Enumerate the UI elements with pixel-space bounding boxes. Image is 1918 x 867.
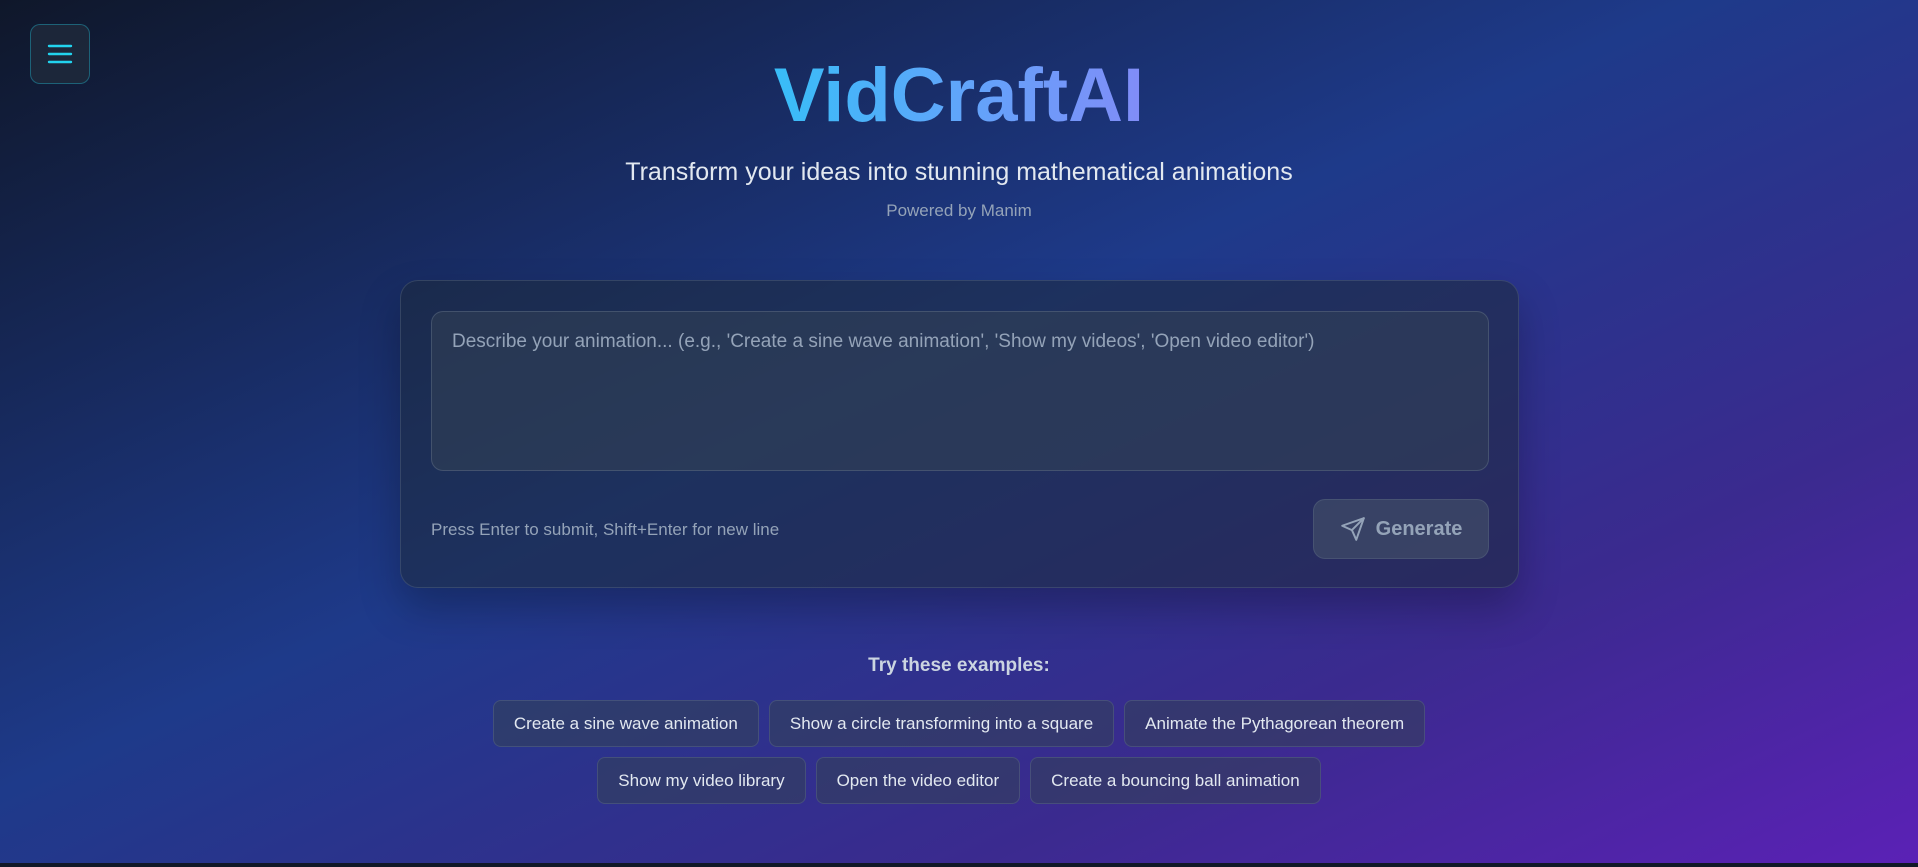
- generate-button[interactable]: Generate: [1313, 499, 1489, 559]
- app-title: VidCraftAI: [773, 53, 1145, 138]
- app-subtitle: Transform your ideas into stunning mathe…: [625, 158, 1293, 186]
- prompt-card: Press Enter to submit, Shift+Enter for n…: [400, 280, 1519, 588]
- examples-row-1: Create a sine wave animation Show a circ…: [0, 700, 1918, 747]
- example-chip-video-editor[interactable]: Open the video editor: [815, 757, 1021, 804]
- examples-heading: Try these examples:: [868, 655, 1050, 676]
- submit-hint: Press Enter to submit, Shift+Enter for n…: [431, 520, 780, 539]
- header: VidCraftAI Transform your ideas into stu…: [0, 54, 1918, 222]
- example-chip-pythagorean[interactable]: Animate the Pythagorean theorem: [1124, 700, 1426, 747]
- examples-section: Try these examples: Create a sine wave a…: [0, 654, 1918, 804]
- example-chip-video-library[interactable]: Show my video library: [597, 757, 806, 804]
- generate-label: Generate: [1375, 517, 1463, 540]
- example-chip-bouncing-ball[interactable]: Create a bouncing ball animation: [1030, 757, 1321, 804]
- example-chip-circle-to-square[interactable]: Show a circle transforming into a square: [768, 700, 1115, 747]
- send-icon: [1340, 517, 1365, 541]
- animation-prompt-input[interactable]: [431, 311, 1489, 471]
- examples-row-2: Show my video library Open the video edi…: [0, 757, 1918, 804]
- bottom-edge: [0, 863, 1918, 867]
- powered-by-text: Powered by Manim: [886, 201, 1032, 220]
- example-chip-sine-wave[interactable]: Create a sine wave animation: [492, 700, 759, 747]
